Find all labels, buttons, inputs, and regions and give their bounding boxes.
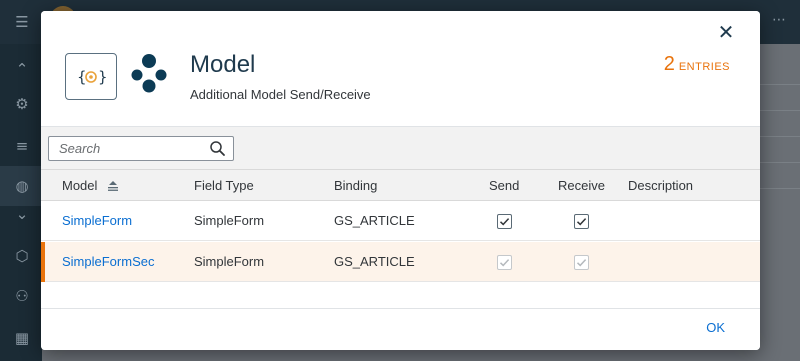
receive-checkbox-disabled: [574, 255, 589, 270]
grid-icon[interactable]: ▦: [12, 328, 32, 348]
table-row[interactable]: SimpleForm SimpleForm GS_ARTICLE: [41, 201, 760, 241]
search-input[interactable]: [49, 137, 199, 160]
people-icon[interactable]: ⚇: [12, 286, 32, 306]
search-icon[interactable]: [209, 140, 226, 157]
binding-cell: GS_ARTICLE: [334, 254, 415, 269]
app-sidebar: ⌃ ⚙ ≡ ◍ ⌄ ⬡ ⚇ ▦: [0, 44, 42, 361]
checkmark-icon: [576, 218, 587, 226]
search-field[interactable]: [48, 136, 234, 161]
checkmark-icon: [576, 259, 587, 267]
dialog-header: { } Model Additional Model Send/Receive …: [41, 11, 760, 127]
checkmark-icon: [499, 259, 510, 267]
receive-checkbox[interactable]: [574, 214, 589, 229]
model-graph-icon: [131, 54, 167, 93]
model-link[interactable]: SimpleFormSec: [62, 242, 154, 282]
dialog-footer: OK: [41, 308, 760, 350]
column-header-field-type[interactable]: Field Type: [194, 170, 254, 201]
list-icon[interactable]: ≡: [12, 136, 32, 156]
ok-button[interactable]: OK: [706, 320, 725, 335]
table-header: Model Field Type Binding Send Receive De…: [41, 170, 760, 201]
column-header-binding[interactable]: Binding: [334, 170, 377, 201]
model-link[interactable]: SimpleForm: [62, 201, 132, 241]
table-row-selected[interactable]: SimpleFormSec SimpleForm GS_ARTICLE: [41, 242, 760, 282]
dialog-title: Model: [190, 51, 256, 78]
chevron-up-icon[interactable]: ⌃: [12, 59, 32, 79]
column-header-send[interactable]: Send: [489, 170, 519, 201]
field-type-cell: SimpleForm: [194, 254, 265, 269]
column-header-model[interactable]: Model: [62, 170, 119, 201]
close-icon[interactable]: ✕: [716, 22, 736, 42]
entries-label: ENTRIES: [678, 61, 730, 73]
column-header-receive[interactable]: Receive: [558, 170, 605, 201]
entries-number: 2: [663, 53, 675, 75]
send-checkbox-disabled: [497, 255, 512, 270]
send-checkbox[interactable]: [497, 214, 512, 229]
cube-icon[interactable]: ⬡: [12, 246, 32, 266]
column-header-description[interactable]: Description: [628, 170, 693, 201]
svg-text:}: }: [98, 68, 107, 86]
gear-icon[interactable]: ⚙: [12, 94, 32, 114]
binding-cell: GS_ARTICLE: [334, 213, 415, 228]
sort-icon[interactable]: [107, 181, 119, 191]
model-dialog: { } Model Additional Model Send/Receive …: [41, 11, 760, 350]
table-toolbar: [41, 127, 760, 170]
braces-icon: { }: [77, 68, 107, 86]
chevron-down-icon[interactable]: ⌄: [12, 204, 32, 224]
checkmark-icon: [499, 218, 510, 226]
svg-text:{: {: [77, 68, 87, 86]
model-logo: { }: [65, 53, 117, 100]
dialog-subtitle: Additional Model Send/Receive: [190, 87, 371, 102]
entries-count: 2 ENTRIES: [664, 53, 730, 76]
more-icon[interactable]: ⋯: [772, 12, 786, 28]
globe-icon[interactable]: ◍: [12, 176, 32, 196]
hamburger-icon[interactable]: ☰: [12, 12, 32, 32]
field-type-cell: SimpleForm: [194, 213, 265, 228]
